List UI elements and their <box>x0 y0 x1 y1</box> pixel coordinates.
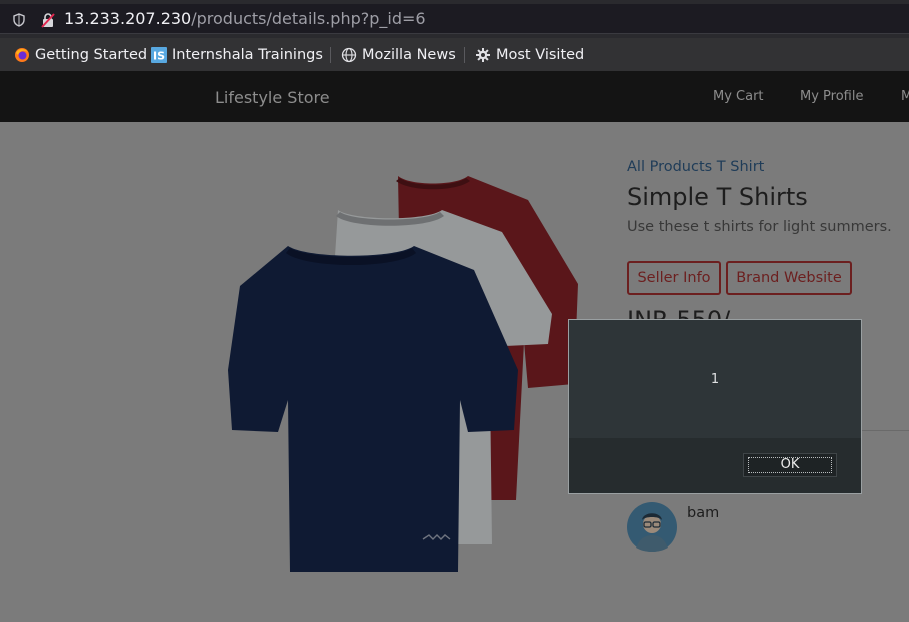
user-avatar <box>627 502 677 552</box>
bookmark-getting-started[interactable]: Getting Started <box>14 45 147 65</box>
address-field[interactable]: 13.233.207.230/products/details.php?p_id… <box>0 4 909 34</box>
comment-username: bam <box>687 505 720 521</box>
bookmark-label: Internshala Trainings <box>172 47 323 63</box>
alert-message: 1 <box>710 372 720 387</box>
product-description: Use these t shirts for light summers. <box>627 219 892 235</box>
bookmark-most-visited[interactable]: Most Visited <box>475 45 584 65</box>
browser-url-bar: 13.233.207.230/products/details.php?p_id… <box>0 0 909 38</box>
bookmark-separator <box>464 47 465 63</box>
site-navbar: Lifestyle Store My Cart My Profile M <box>0 71 909 122</box>
bookmark-mozilla-news[interactable]: Mozilla News <box>341 45 456 65</box>
globe-icon <box>341 47 357 63</box>
seller-info-button[interactable]: Seller Info <box>627 261 721 295</box>
firefox-icon <box>15 48 29 62</box>
bookmark-separator <box>330 47 331 63</box>
svg-text:IS: IS <box>153 50 165 63</box>
bookmarks-toolbar: Getting Started IS Internshala Trainings… <box>0 38 909 71</box>
alert-dialog: 1 OK <box>568 319 862 494</box>
bookmark-label: Getting Started <box>35 47 148 63</box>
tracking-shield-icon[interactable] <box>12 13 26 27</box>
breadcrumb[interactable]: All Products T Shirt <box>627 159 764 175</box>
gear-icon <box>476 48 490 62</box>
bookmark-label: Mozilla News <box>362 47 456 63</box>
alert-footer: OK <box>569 438 861 493</box>
nav-my-cart[interactable]: My Cart <box>713 89 764 104</box>
brand-website-button[interactable]: Brand Website <box>726 261 852 295</box>
section-divider <box>862 430 909 431</box>
url-text: 13.233.207.230/products/details.php?p_id… <box>64 9 426 28</box>
insecure-lock-icon[interactable] <box>40 12 56 28</box>
product-title: Simple T Shirts <box>627 183 808 211</box>
nav-more[interactable]: M <box>901 89 909 104</box>
ok-button-label: OK <box>748 457 832 473</box>
product-image <box>228 176 578 572</box>
nav-my-profile[interactable]: My Profile <box>800 89 863 104</box>
bookmark-internshala[interactable]: IS Internshala Trainings <box>151 45 323 65</box>
ok-button[interactable]: OK <box>743 453 837 477</box>
site-brand[interactable]: Lifestyle Store <box>215 88 330 107</box>
internshala-icon: IS <box>151 47 167 63</box>
bookmark-label: Most Visited <box>496 47 585 63</box>
